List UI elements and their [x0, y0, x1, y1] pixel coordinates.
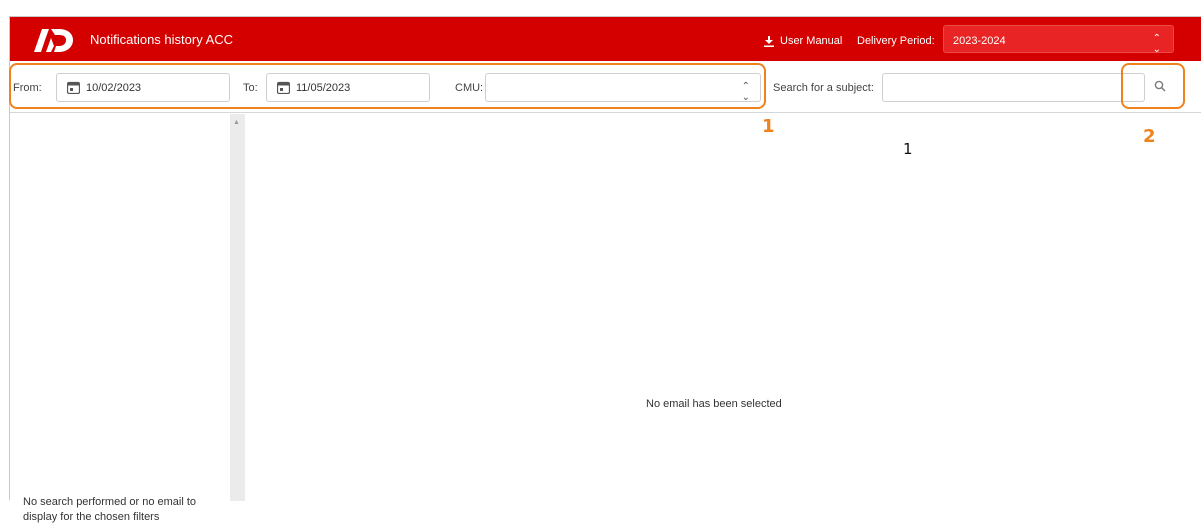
magnifier-icon: [1154, 80, 1166, 92]
callout-number-2: 2: [1143, 126, 1156, 147]
subject-search-input[interactable]: [882, 73, 1145, 102]
to-date-input[interactable]: 11/05/2023: [266, 73, 430, 102]
email-list-pane: No search performed or no email to displ…: [10, 114, 230, 523]
search-button[interactable]: [1145, 73, 1174, 102]
cmu-select[interactable]: ⌃ ⌄: [485, 73, 761, 103]
delivery-period-value: 2023-2024: [953, 35, 1006, 47]
delivery-period-select[interactable]: 2023-2024 ⌃ ⌄: [943, 25, 1174, 55]
calendar-icon: [277, 81, 290, 94]
callout-number-1: 1: [762, 116, 775, 137]
chevron-updown-icon: ⌃ ⌄: [741, 81, 750, 103]
from-label: From:: [13, 82, 42, 94]
filter-bar: From: 10/02/2023 To: 11/05/2023 CMU: ⌃ ⌄ …: [10, 61, 1201, 113]
notifications-app: Notifications history ACC User Manual De…: [9, 16, 1201, 523]
chevron-updown-icon: ⌃ ⌄: [1152, 33, 1161, 55]
app-title: Notifications history ACC: [90, 32, 234, 47]
list-scrollbar[interactable]: ▲: [230, 114, 245, 501]
delivery-period-label: Delivery Period:: [857, 35, 935, 47]
empty-detail-message: No email has been selected: [646, 398, 782, 410]
calendar-icon: [67, 81, 80, 94]
subject-search-label: Search for a subject:: [773, 82, 874, 94]
ad-logo-icon: [34, 29, 73, 52]
to-date-value: 11/05/2023: [296, 82, 351, 94]
scroll-up-arrow-icon[interactable]: ▲: [233, 119, 240, 126]
annotation-number: 1: [903, 140, 913, 158]
from-date-input[interactable]: 10/02/2023: [56, 73, 230, 102]
download-icon: [764, 35, 774, 47]
to-label: To:: [243, 82, 258, 94]
user-manual-link[interactable]: User Manual: [764, 35, 842, 47]
cmu-label: CMU:: [455, 82, 484, 94]
top-bar: Notifications history ACC User Manual De…: [10, 17, 1201, 61]
from-date-value: 10/02/2023: [86, 82, 142, 94]
email-detail-pane: No email has been selected: [245, 114, 1201, 501]
user-manual-label: User Manual: [780, 35, 843, 47]
